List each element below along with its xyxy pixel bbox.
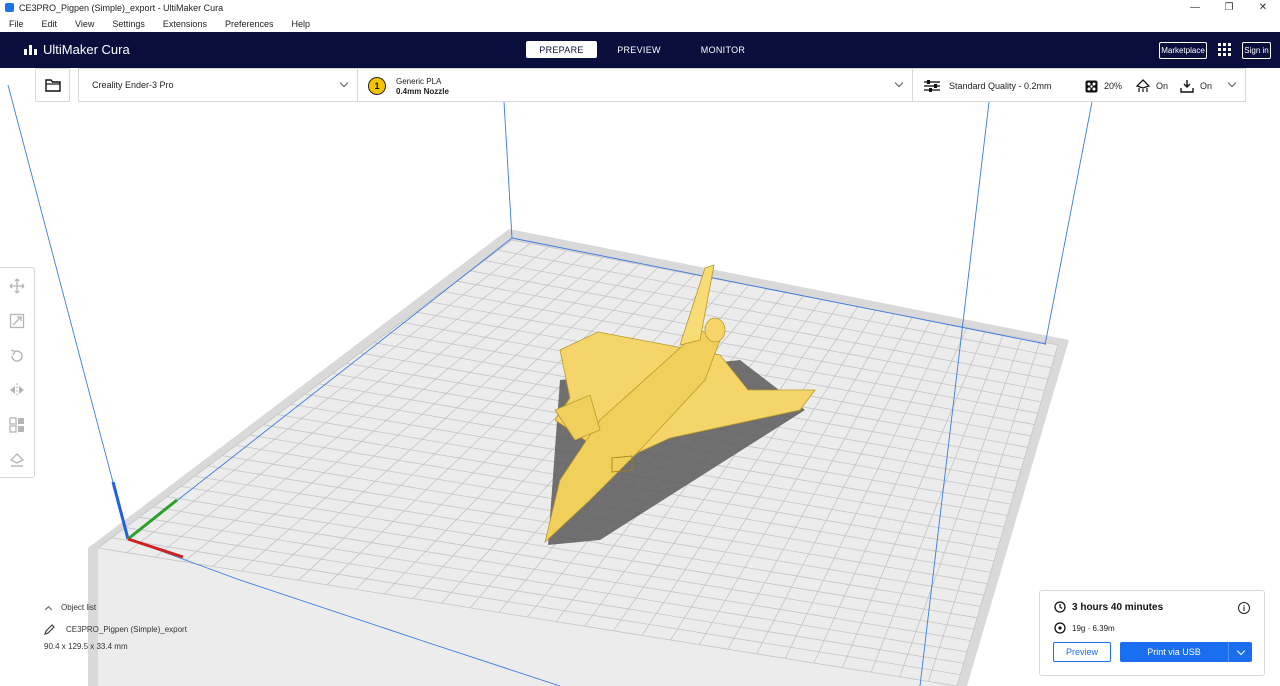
tab-prepare[interactable]: PREPARE [526, 41, 597, 58]
infill-icon [1085, 80, 1098, 92]
material-name: Generic PLA [396, 77, 442, 86]
menu-help[interactable]: Help [291, 19, 310, 29]
marketplace-button[interactable]: Marketplace [1159, 42, 1207, 59]
ultimaker-mark-icon [24, 44, 38, 55]
material-selector[interactable]: 1 Generic PLA 0.4mm Nozzle [357, 68, 913, 102]
adhesion-icon [1180, 80, 1194, 93]
window-title-bar: CE3PRO_Pigpen (Simple)_export - UltiMake… [0, 0, 1280, 15]
object-dimensions: 90.4 x 129.5 x 33.4 mm [44, 642, 128, 651]
nozzle-size: 0.4mm Nozzle [396, 87, 449, 96]
print-via-usb-button[interactable]: Print via USB [1120, 642, 1252, 662]
rotate-icon[interactable] [9, 348, 25, 364]
folder-icon [44, 78, 61, 92]
minimize-button[interactable]: — [1178, 0, 1212, 15]
open-file-button[interactable] [35, 68, 70, 102]
chevron-up-icon [44, 605, 53, 613]
tool-panel [0, 267, 35, 478]
chevron-down-icon [894, 78, 904, 88]
mirror-icon[interactable] [9, 382, 25, 398]
object-name: CE3PRO_Pigpen (Simple)_export [66, 625, 187, 634]
tab-monitor[interactable]: MONITOR [681, 41, 765, 58]
print-summary-panel: 3 hours 40 minutes i 19g · 6.39m Preview… [1039, 590, 1265, 676]
info-icon[interactable]: i [1238, 602, 1250, 614]
preview-button[interactable]: Preview [1053, 642, 1111, 662]
chevron-down-icon [1236, 646, 1245, 655]
adhesion-value: On [1200, 81, 1213, 91]
support-blocker-icon[interactable] [9, 452, 25, 468]
print-settings-selector[interactable]: Standard Quality - 0.2mm 20% On On [912, 68, 1246, 102]
printer-name: Creality Ender-3 Pro [92, 80, 174, 90]
print-button-label: Print via USB [1147, 647, 1201, 657]
spool-icon [1054, 622, 1066, 634]
object-list-header: Object list [61, 603, 97, 612]
move-icon[interactable] [9, 278, 25, 294]
chevron-down-icon [339, 78, 349, 88]
menu-file[interactable]: File [9, 19, 24, 29]
profile-name: Standard Quality - 0.2mm [949, 81, 1052, 91]
stage-tabs: PREPARE PREVIEW MONITOR [526, 41, 765, 58]
chevron-down-icon [1227, 78, 1237, 88]
menu-bar: File Edit View Settings Extensions Prefe… [0, 15, 1280, 32]
print-time: 3 hours 40 minutes [1072, 601, 1164, 613]
pencil-icon [44, 624, 55, 635]
menu-settings[interactable]: Settings [112, 19, 145, 29]
extruder-badge: 1 [368, 77, 386, 95]
maximize-button[interactable]: ❐ [1212, 0, 1246, 15]
brand-name: UltiMaker Cura [43, 42, 130, 57]
sliders-icon [924, 80, 940, 92]
support-setting: On [1136, 69, 1168, 103]
material-usage-row: 19g · 6.39m [1054, 622, 1115, 634]
print-time-row: 3 hours 40 minutes [1054, 601, 1163, 613]
menu-preferences[interactable]: Preferences [225, 19, 274, 29]
ultimaker-logo: UltiMaker Cura [24, 42, 130, 57]
printer-selector[interactable]: Creality Ender-3 Pro [78, 68, 358, 102]
close-button[interactable]: ✕ [1246, 0, 1280, 15]
menu-edit[interactable]: Edit [42, 19, 58, 29]
window-title: CE3PRO_Pigpen (Simple)_export - UltiMake… [19, 2, 224, 13]
infill-value: 20% [1104, 81, 1123, 91]
apps-grid-icon[interactable] [1218, 43, 1232, 57]
support-value: On [1156, 81, 1169, 91]
support-icon [1136, 79, 1150, 92]
sign-in-button[interactable]: Sign in [1242, 42, 1271, 59]
adhesion-setting: On [1180, 69, 1212, 103]
infill-setting: 20% [1085, 69, 1122, 103]
scale-icon[interactable] [9, 313, 25, 329]
print-options-dropdown[interactable] [1229, 646, 1252, 655]
tab-preview[interactable]: PREVIEW [597, 41, 681, 58]
menu-view[interactable]: View [75, 19, 94, 29]
menu-extensions[interactable]: Extensions [163, 19, 207, 29]
material-usage: 19g · 6.39m [1072, 623, 1115, 633]
clock-icon [1054, 601, 1066, 613]
object-name-row[interactable]: CE3PRO_Pigpen (Simple)_export [44, 624, 187, 635]
object-list-toggle[interactable]: Object list [44, 603, 97, 613]
per-model-settings-icon[interactable] [9, 417, 25, 433]
profile-setting: Standard Quality - 0.2mm [923, 69, 1052, 103]
app-header: UltiMaker Cura PREPARE PREVIEW MONITOR M… [0, 32, 1280, 68]
cura-app-icon [5, 3, 14, 12]
